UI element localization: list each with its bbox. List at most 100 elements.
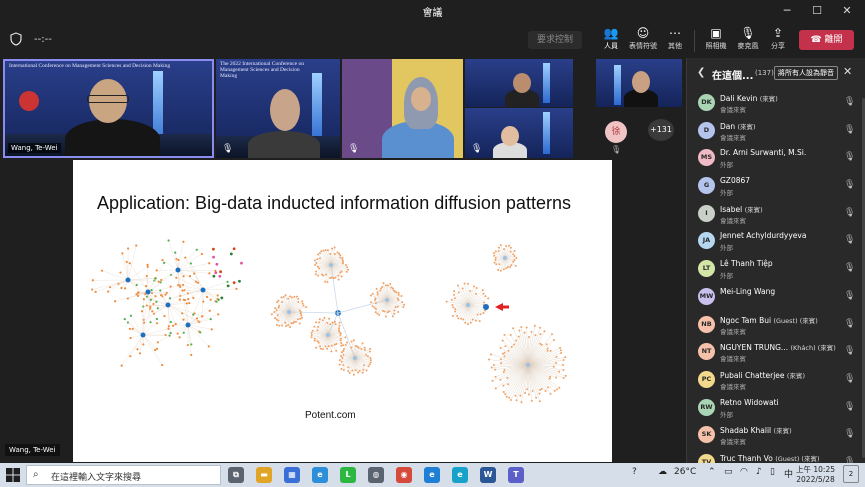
- wifi-icon[interactable]: ◠: [740, 467, 748, 477]
- word-icon[interactable]: W: [480, 467, 496, 483]
- taipei-101-image: [543, 112, 550, 154]
- video-tile-self[interactable]: [596, 59, 682, 107]
- graph-node: [174, 251, 177, 254]
- graph-node: [150, 289, 153, 292]
- graph-node: [235, 287, 238, 291]
- camera-button[interactable]: ▣ 照相機: [701, 25, 731, 57]
- participant-row[interactable]: MW Mei-Ling Wang 🎙: [687, 284, 865, 312]
- store-icon[interactable]: ▦: [284, 467, 300, 483]
- edge-icon[interactable]: e: [312, 467, 328, 483]
- graph-node: [347, 366, 350, 369]
- participant-row[interactable]: RW Retno Widowati 外部 🎙: [687, 395, 865, 423]
- graph-node: [340, 360, 343, 363]
- graph-node: [475, 292, 478, 295]
- participant-row[interactable]: DK Dali Kevin (來賓) 會議來賓 🎙: [687, 90, 865, 118]
- participant-row[interactable]: LT Lê Thanh Tiệp 外部 🎙: [687, 256, 865, 284]
- network-icon[interactable]: ▭: [724, 467, 733, 477]
- more-button[interactable]: ⋯ 其他: [660, 25, 690, 57]
- people-button[interactable]: 👥 人員: [596, 25, 626, 57]
- taskbar-search[interactable]: ⌕ 在這裡輸入文字來搜尋: [26, 465, 221, 485]
- participant-row[interactable]: PC Pubali Chatterjee (來賓) 會議來賓 🎙: [687, 367, 865, 395]
- mic-muted-icon[interactable]: 🎙: [844, 97, 855, 107]
- close-icon[interactable]: ✕: [843, 65, 852, 78]
- participant-row[interactable]: NB Ngoc Tam Bui (Guest) (來賓) 會議來賓 🎙: [687, 312, 865, 340]
- graph-node: [192, 296, 195, 300]
- mute-all-button[interactable]: 將所有人設為靜音: [774, 66, 838, 80]
- mic-muted-icon[interactable]: 🎙: [844, 152, 855, 162]
- graph-node: [154, 295, 157, 298]
- teams-icon[interactable]: T: [508, 467, 524, 483]
- graph-node: [107, 290, 110, 293]
- mic-muted-icon[interactable]: 🎙: [844, 429, 855, 439]
- graph-node: [471, 318, 474, 321]
- graph-node: [376, 312, 379, 315]
- more-participants-count[interactable]: +131: [648, 119, 674, 141]
- participant-row[interactable]: I Isabel (來賓) 會議來賓 🎙: [687, 201, 865, 229]
- mic-muted-icon[interactable]: 🎙: [844, 319, 855, 329]
- participant-role: 會議來賓: [720, 382, 746, 391]
- graph-node: [482, 311, 485, 314]
- share-button[interactable]: ⇪ 分享: [763, 25, 793, 57]
- graph-node: [326, 249, 329, 252]
- graph-node: [524, 391, 527, 394]
- participant-avatar-overflow[interactable]: 徐: [605, 121, 627, 143]
- line-icon[interactable]: L: [340, 467, 356, 483]
- close-window-button[interactable]: ✕: [834, 2, 860, 20]
- reactions-button[interactable]: ☺ 表情符號: [628, 25, 658, 57]
- volume-icon[interactable]: ♪: [756, 467, 762, 477]
- file-explorer-icon[interactable]: ▬: [256, 467, 272, 483]
- mic-muted-icon[interactable]: 🎙: [844, 263, 855, 273]
- generic-app-icon[interactable]: ◍: [368, 467, 384, 483]
- mic-muted-icon[interactable]: 🎙: [844, 291, 855, 301]
- participant-row[interactable]: G GZ0867 外部 🎙: [687, 173, 865, 201]
- graph-node: [450, 298, 453, 301]
- video-tile-participant-5[interactable]: 🎙: [465, 108, 573, 158]
- graph-node: [140, 310, 144, 313]
- minimize-button[interactable]: ─: [774, 2, 800, 20]
- graph-edge: [527, 344, 547, 366]
- mic-muted-icon[interactable]: 🎙: [844, 235, 855, 245]
- taskbar-clock[interactable]: 上午 10:25 2022/5/28: [796, 465, 835, 485]
- participant-row[interactable]: D Dan (來賓) 會議來賓 🎙: [687, 118, 865, 146]
- participant-row[interactable]: SK Shadab Khalil (來賓) 會議來賓 🎙: [687, 422, 865, 450]
- weather-temp[interactable]: 26°C: [674, 467, 696, 477]
- maximize-button[interactable]: ☐: [804, 2, 830, 20]
- edge-new-icon[interactable]: e: [452, 467, 468, 483]
- participant-row[interactable]: NT NGUYEN TRUNG... (Khách) (來賓) 會議來賓 🎙: [687, 339, 865, 367]
- leave-button[interactable]: ☎ 離開: [799, 30, 854, 50]
- help-icon[interactable]: ?: [632, 467, 637, 477]
- video-tile-speaker[interactable]: International Conference on Management S…: [3, 59, 214, 158]
- weather-icon[interactable]: ☁: [658, 467, 667, 477]
- participant-row[interactable]: MS Dr. Arni Surwanti, M.Si. 外部 🎙: [687, 145, 865, 173]
- graph-node: [489, 353, 492, 356]
- battery-icon[interactable]: ▯: [770, 467, 775, 477]
- mic-muted-icon[interactable]: 🎙: [844, 402, 855, 412]
- chevron-left-icon[interactable]: ❮: [697, 67, 705, 78]
- request-control-button[interactable]: 要求控制: [528, 31, 582, 49]
- participant-row[interactable]: JA Jennet Achyldurdyyeva 外部 🎙: [687, 228, 865, 256]
- mic-muted-icon[interactable]: 🎙: [844, 180, 855, 190]
- mic-muted-icon[interactable]: 🎙: [844, 346, 855, 356]
- mic-muted-icon[interactable]: 🎙: [844, 374, 855, 384]
- chrome-icon[interactable]: ◉: [396, 467, 412, 483]
- graph-node: [337, 278, 340, 281]
- mic-muted-icon[interactable]: 🎙: [844, 125, 855, 135]
- ime-indicator[interactable]: 中: [784, 467, 793, 480]
- tray-overflow-icon[interactable]: ⌃: [708, 467, 716, 477]
- graph-node: [212, 274, 216, 278]
- mic-muted-icon[interactable]: 🎙: [844, 208, 855, 218]
- ie-icon[interactable]: e: [424, 467, 440, 483]
- graph-node: [324, 280, 327, 283]
- video-tile-participant-3[interactable]: 🎙: [342, 59, 463, 158]
- video-tile-participant-2[interactable]: The 2022 International Conference on Man…: [216, 59, 340, 158]
- graph-node: [212, 255, 215, 259]
- video-tile-participant-4[interactable]: [465, 59, 573, 107]
- shield-icon[interactable]: [10, 32, 22, 46]
- windows-start-icon[interactable]: [6, 468, 20, 482]
- mic-button[interactable]: 🎙 麥克風: [733, 25, 763, 57]
- notification-center[interactable]: 2: [843, 465, 859, 483]
- graph-node: [114, 300, 117, 303]
- task-view-icon[interactable]: ⧉: [228, 467, 244, 483]
- graph-node: [490, 366, 493, 369]
- graph-node: [528, 393, 531, 396]
